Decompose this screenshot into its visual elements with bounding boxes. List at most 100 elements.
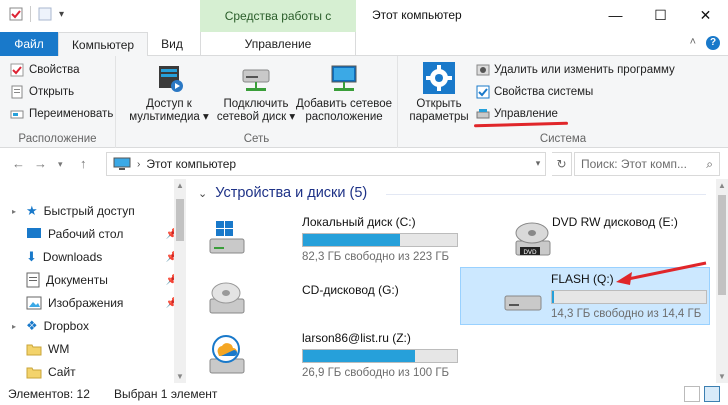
new-folder-icon[interactable] <box>37 6 53 22</box>
drive-usage-bar <box>302 233 458 247</box>
scroll-up-icon[interactable]: ▲ <box>718 181 726 190</box>
drive-name: larson86@list.ru (Z:) <box>302 331 411 345</box>
scroll-up-icon[interactable]: ▲ <box>176 181 184 190</box>
search-input[interactable]: Поиск: Этот комп... ⌕ <box>574 152 720 176</box>
cd-drive-icon <box>209 282 245 314</box>
tab-computer[interactable]: Компьютер <box>58 32 148 57</box>
flash-drive-icon <box>504 295 542 311</box>
map-label-2: сетевой диск ▾ <box>216 111 296 123</box>
details-view-icon[interactable] <box>684 386 700 402</box>
ribbon-tabs: Файл Компьютер Вид Управление ˄ ? <box>0 32 728 57</box>
drive-usage-fill <box>303 234 401 246</box>
nav-item-documents[interactable]: Документы 📌 <box>12 269 182 291</box>
selection-count: Выбран 1 элемент <box>114 387 218 401</box>
minimize-button[interactable]: — <box>593 0 638 30</box>
nav-pane-scrollbar[interactable]: ▲ ▼ <box>174 179 186 383</box>
window-controls: — ☐ ✕ <box>593 0 728 30</box>
drive-name: CD-дисковод (G:) <box>302 283 399 297</box>
nav-item-site[interactable]: Сайт <box>12 361 182 383</box>
media-label-2-text: мультимедиа <box>129 111 200 123</box>
refresh-icon[interactable]: ↻ <box>552 152 572 176</box>
items-count: Элементов: 12 <box>8 387 90 401</box>
expand-ribbon-icon[interactable]: ˄ <box>690 36 696 50</box>
media-label-1: Доступ к <box>146 98 192 110</box>
nav-item-pictures[interactable]: Изображения 📌 <box>12 292 182 314</box>
media-access-button[interactable]: Доступ к мультимедиа ▾ <box>126 60 212 124</box>
help-icon[interactable]: ? <box>706 36 720 50</box>
open-label: Открыть <box>29 86 75 98</box>
scroll-down-icon[interactable]: ▼ <box>176 372 184 381</box>
nav-item-downloads[interactable]: ⬇ Downloads 📌 <box>12 246 182 268</box>
tiles-view-icon[interactable] <box>704 386 720 402</box>
nav-item-label: Рабочий стол <box>48 227 124 241</box>
open-settings-label-1: Открыть <box>416 98 462 110</box>
nav-item-label: Изображения <box>48 296 124 310</box>
rename-button[interactable]: Переименовать <box>10 104 113 124</box>
drive-tile-g[interactable]: CD-дисковод (G:) <box>196 269 456 325</box>
properties-button[interactable]: Свойства <box>10 60 80 80</box>
group-label-system: Система <box>539 133 587 145</box>
drive-free-space: 26,9 ГБ свободно из 100 ГБ <box>302 367 450 379</box>
chevron-down-icon[interactable]: ⌄ <box>198 187 207 200</box>
section-header[interactable]: ⌄ Устройства и диски (5) <box>198 185 367 201</box>
nav-item-dropbox[interactable]: ▸ ❖ Dropbox <box>12 315 182 337</box>
checkmark-icon <box>10 63 24 77</box>
drive-free-space: 82,3 ГБ свободно из 223 ГБ <box>302 251 450 263</box>
manage-button[interactable]: Управление <box>476 104 558 124</box>
window-title: Этот компьютер <box>372 8 462 22</box>
breadcrumb-chevron-icon[interactable]: › <box>137 159 140 170</box>
ribbon-group-location: Свойства Открыть Переименовать Расположе… <box>0 56 116 148</box>
nav-item-label: Быстрый доступ <box>43 204 135 218</box>
breadcrumb[interactable]: Этот компьютер <box>146 157 236 171</box>
nav-item-desktop[interactable]: Рабочий стол 📌 <box>12 223 182 245</box>
network-drive-icon <box>242 69 270 91</box>
checkbox-icon <box>476 85 490 99</box>
scroll-down-icon[interactable]: ▼ <box>718 372 726 381</box>
nav-item-quick-access[interactable]: ▸ ★ Быстрый доступ <box>12 200 182 222</box>
uninstall-program-button[interactable]: Удалить или изменить программу <box>476 60 675 80</box>
up-arrow-icon[interactable]: ↑ <box>80 156 87 171</box>
quick-access-toolbar: ▾ <box>8 6 64 22</box>
this-pc-icon <box>113 157 131 170</box>
scroll-thumb[interactable] <box>718 195 726 295</box>
programs-icon <box>476 64 490 76</box>
close-button[interactable]: ✕ <box>683 0 728 30</box>
add-network-location-button[interactable]: Добавить сетевое расположение <box>294 60 394 124</box>
qat-separator <box>30 6 31 22</box>
expand-arrow-icon[interactable]: ▸ <box>12 322 20 331</box>
system-properties-button[interactable]: Свойства системы <box>476 82 593 102</box>
tab-file[interactable]: Файл <box>0 32 58 56</box>
add-label-2: расположение <box>305 111 383 123</box>
nav-item-wm[interactable]: WM <box>12 338 182 360</box>
forward-arrow-icon[interactable]: → <box>34 156 47 171</box>
open-button[interactable]: Открыть <box>10 82 74 102</box>
star-icon: ★ <box>26 203 38 218</box>
drive-name: FLASH (Q:) <box>551 272 614 286</box>
tab-view[interactable]: Вид <box>152 32 192 56</box>
drive-tile-z[interactable]: larson86@list.ru (Z:) 26,9 ГБ свободно и… <box>196 327 458 383</box>
back-arrow-icon[interactable]: ← <box>12 156 25 171</box>
ribbon-right-controls: ˄ ? <box>690 36 720 50</box>
drive-name: DVD RW дисковод (E:) <box>552 215 678 229</box>
drive-tile-c[interactable]: Локальный диск (C:) 82,3 ГБ свободно из … <box>196 211 458 267</box>
annotation-arrow <box>616 261 707 285</box>
drive-usage-fill <box>303 350 416 362</box>
content-scrollbar[interactable]: ▲ ▼ <box>716 179 728 383</box>
nav-item-label: Dropbox <box>43 319 90 333</box>
dropbox-icon: ❖ <box>26 318 38 333</box>
address-bar[interactable]: › Этот компьютер <box>106 152 546 176</box>
maximize-button[interactable]: ☐ <box>638 0 683 30</box>
tab-manage[interactable]: Управление <box>200 32 356 56</box>
map-network-drive-button[interactable]: Подключить сетевой диск ▾ <box>214 60 298 124</box>
content-pane: ⌄ Устройства и диски (5) Локальный диск … <box>190 179 728 383</box>
address-dropdown-icon[interactable]: ▾ <box>530 152 546 176</box>
open-settings-button[interactable]: Открыть параметры <box>406 60 472 124</box>
scroll-thumb[interactable] <box>176 199 184 241</box>
recent-dropdown-icon[interactable]: ▾ <box>58 159 63 170</box>
properties-icon[interactable] <box>8 6 24 22</box>
collapse-arrow-icon[interactable]: ▸ <box>12 207 20 216</box>
qat-dropdown-icon[interactable]: ▾ <box>59 9 64 20</box>
search-placeholder: Поиск: Этот комп... <box>581 157 687 171</box>
system-properties-label: Свойства системы <box>494 86 594 98</box>
drive-name: Локальный диск (C:) <box>302 215 416 229</box>
